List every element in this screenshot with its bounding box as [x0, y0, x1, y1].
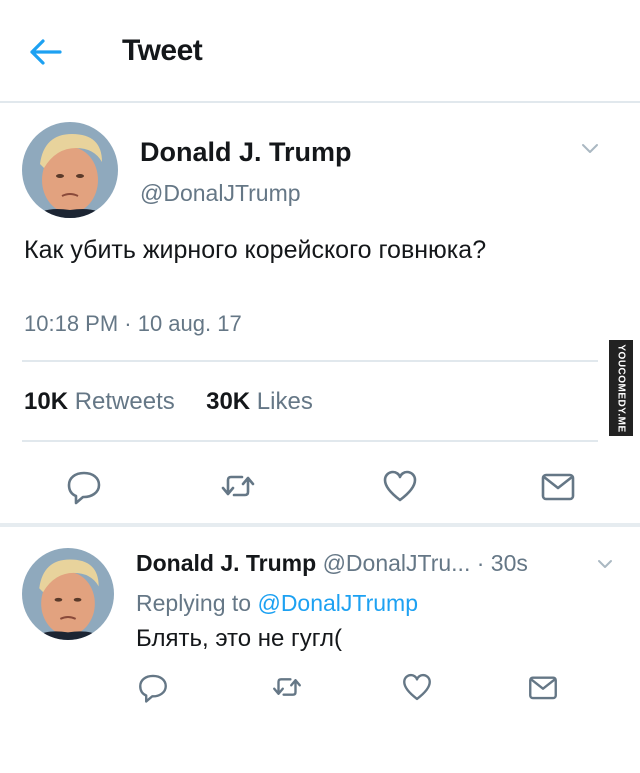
- reply-timestamp[interactable]: · 30s: [477, 550, 528, 576]
- reply-button[interactable]: [64, 466, 104, 506]
- share-icon: [541, 473, 575, 501]
- replying-mention-link[interactable]: @DonalJTrump: [257, 590, 418, 616]
- divider: [0, 523, 640, 527]
- reply-author-handle[interactable]: @DonalJTru...: [323, 550, 471, 576]
- reply-author-name[interactable]: Donald J. Trump: [136, 550, 316, 576]
- retweet-icon: [273, 678, 301, 696]
- like-button[interactable]: [400, 670, 434, 704]
- retweets-count[interactable]: 10K: [24, 388, 68, 415]
- chevron-down-icon[interactable]: [596, 558, 614, 570]
- likes-label[interactable]: Likes: [257, 388, 313, 415]
- replying-prefix: Replying to: [136, 590, 252, 616]
- reply-icon: [139, 674, 167, 703]
- retweet-button[interactable]: [270, 670, 304, 704]
- reply-header: Donald J. Trump @DonalJTru... · 30s: [136, 550, 528, 577]
- tweet-timestamp[interactable]: 10:18 PM · 10 aug. 17: [24, 311, 242, 337]
- tweet-stats: 10K Retweets 30K Likes: [24, 388, 313, 416]
- like-icon: [383, 470, 417, 502]
- arrow-left-icon[interactable]: [28, 38, 62, 66]
- share-icon: [529, 676, 557, 700]
- avatar[interactable]: [22, 548, 114, 640]
- author-handle[interactable]: @DonalJTrump: [140, 180, 301, 207]
- share-button[interactable]: [538, 466, 578, 506]
- divider: [22, 360, 598, 362]
- watermark-text: YOUCOMEDY.ME: [615, 343, 627, 433]
- retweet-button[interactable]: [218, 466, 258, 506]
- divider: [22, 440, 598, 442]
- chevron-down-icon[interactable]: [580, 142, 600, 156]
- reply-button[interactable]: [136, 670, 170, 704]
- page-title: Tweet: [122, 34, 203, 67]
- likes-count[interactable]: 30K: [206, 388, 250, 415]
- retweets-label[interactable]: Retweets: [75, 388, 175, 415]
- watermark: YOUCOMEDY.ME: [609, 340, 633, 436]
- tweet-text: Как убить жирного корейского говнюка?: [24, 236, 487, 264]
- share-button[interactable]: [526, 670, 560, 704]
- reply-text: Блять, это не гугл(: [136, 625, 343, 652]
- like-icon: [403, 673, 431, 701]
- avatar[interactable]: [22, 122, 118, 218]
- top-bar: Tweet: [0, 0, 640, 103]
- replying-to: Replying to @DonalJTrump: [136, 590, 418, 617]
- retweet-icon: [221, 475, 255, 497]
- reply-icon: [67, 471, 101, 505]
- author-name[interactable]: Donald J. Trump: [140, 137, 352, 168]
- like-button[interactable]: [380, 466, 420, 506]
